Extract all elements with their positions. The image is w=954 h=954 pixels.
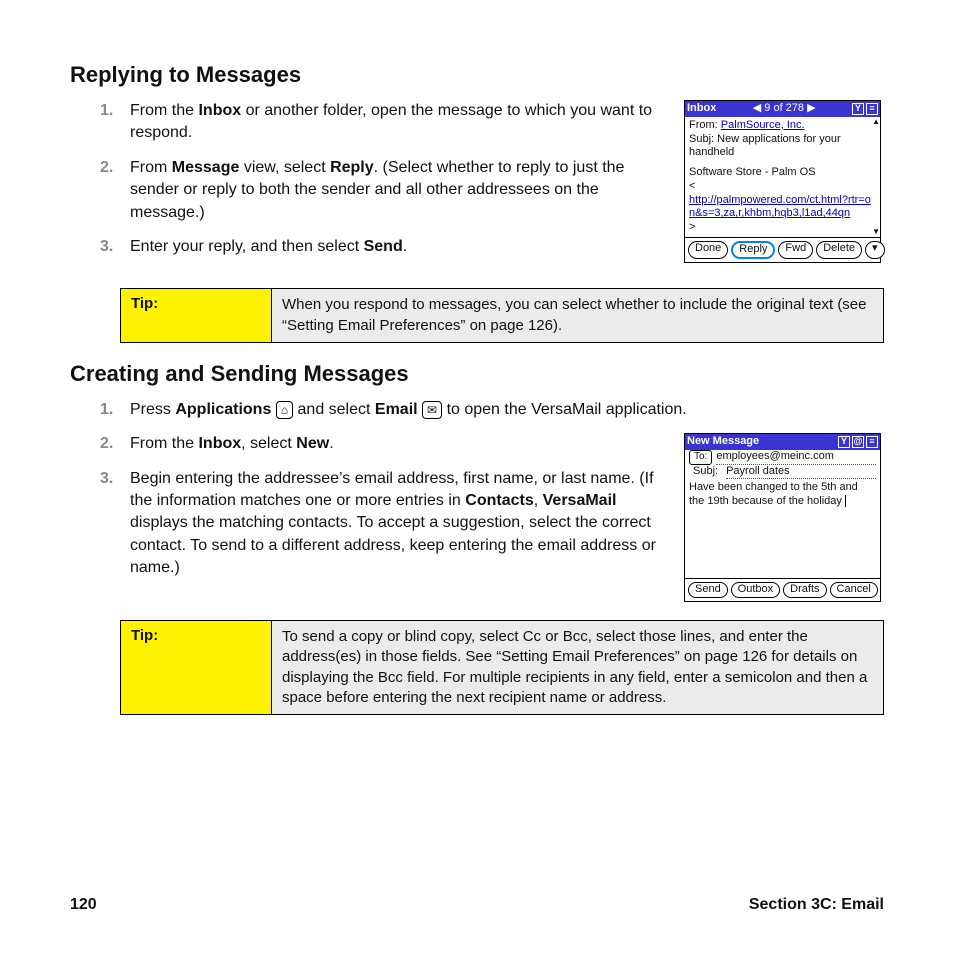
signal-icon: Y <box>838 436 850 448</box>
replying-steps: From the Inbox or another folder, open t… <box>100 100 669 258</box>
tip-label: Tip: <box>121 289 272 342</box>
palm-drafts-button[interactable]: Drafts <box>783 582 826 598</box>
palm-subj-field[interactable]: Payroll dates <box>726 465 876 480</box>
section-label: Section 3C: Email <box>749 896 884 914</box>
tip-content-2: To send a copy or blind copy, select Cc … <box>272 621 883 714</box>
palm-fwd-button[interactable]: Fwd <box>778 241 813 259</box>
palm-from-link[interactable]: PalmSource, Inc. <box>721 119 805 131</box>
palm-inbox-title: Inbox <box>687 102 716 116</box>
step-3: Enter your reply, and then select Send. <box>100 236 669 258</box>
creating-steps-cont: From the Inbox, select New. Begin enteri… <box>100 433 669 579</box>
tip-box-1: Tip: When you respond to messages, you c… <box>120 288 884 343</box>
applications-icon: ⌂ <box>276 401 293 419</box>
palm-cancel-button[interactable]: Cancel <box>830 582 878 598</box>
heading-replying: Replying to Messages <box>70 62 884 88</box>
palm-outbox-button[interactable]: Outbox <box>731 582 780 598</box>
palm-body-link[interactable]: http://palmpowered.com/ct.html?rtr=on&s=… <box>689 194 871 220</box>
palm-delete-button[interactable]: Delete <box>816 241 862 259</box>
palm-to-field[interactable]: employees@meinc.com <box>716 450 876 465</box>
clip-icon: @ <box>852 436 864 448</box>
palm-done-button[interactable]: Done <box>688 241 728 259</box>
creating-steps: Press Applications ⌂ and select Email ✉ … <box>100 399 884 421</box>
arrow-right-icon: ▶ <box>807 102 815 114</box>
step-1: From the Inbox or another folder, open t… <box>100 100 669 145</box>
step-2: From Message view, select Reply. (Select… <box>100 157 669 224</box>
palm-body-text[interactable]: Have been changed to the 5th and the 19t… <box>689 481 858 507</box>
palm-send-button[interactable]: Send <box>688 582 728 598</box>
palm-scrollbar[interactable] <box>873 117 879 237</box>
heading-creating: Creating and Sending Messages <box>70 361 884 387</box>
signal-icon: Y <box>852 103 864 115</box>
palm-reply-button[interactable]: Reply <box>731 241 775 259</box>
palm-newmsg-title: New Message <box>687 435 759 449</box>
palm-screenshot-inbox: Inbox ◀ 9 of 278 ▶ Y ≡ From: PalmSource,… <box>684 100 881 263</box>
menu-icon: ≡ <box>866 103 878 115</box>
palm-status-icons: Y ≡ <box>852 103 878 115</box>
arrow-left-icon: ◀ <box>753 102 761 114</box>
email-icon: ✉ <box>422 401 442 419</box>
tip-label-2: Tip: <box>121 621 272 714</box>
menu-icon: ≡ <box>866 436 878 448</box>
palm-newmsg-icons: Y @ ≡ <box>838 436 878 448</box>
create-step-2: From the Inbox, select New. <box>100 433 669 455</box>
create-step-1: Press Applications ⌂ and select Email ✉ … <box>100 399 884 421</box>
palm-to-label[interactable]: To: <box>689 450 712 465</box>
palm-screenshot-newmsg: New Message Y @ ≡ To: employees@meinc.co… <box>684 433 881 602</box>
create-step-3: Begin entering the addressee’s email add… <box>100 468 669 580</box>
palm-subj-label: Subj: <box>689 465 722 480</box>
tip-box-2: Tip: To send a copy or blind copy, selec… <box>120 620 884 715</box>
palm-more-icon[interactable]: ▾ <box>865 241 885 259</box>
tip-content: When you respond to messages, you can se… <box>272 289 883 342</box>
page-number: 120 <box>70 896 97 914</box>
palm-counter: ◀ 9 of 278 ▶ <box>753 102 816 116</box>
